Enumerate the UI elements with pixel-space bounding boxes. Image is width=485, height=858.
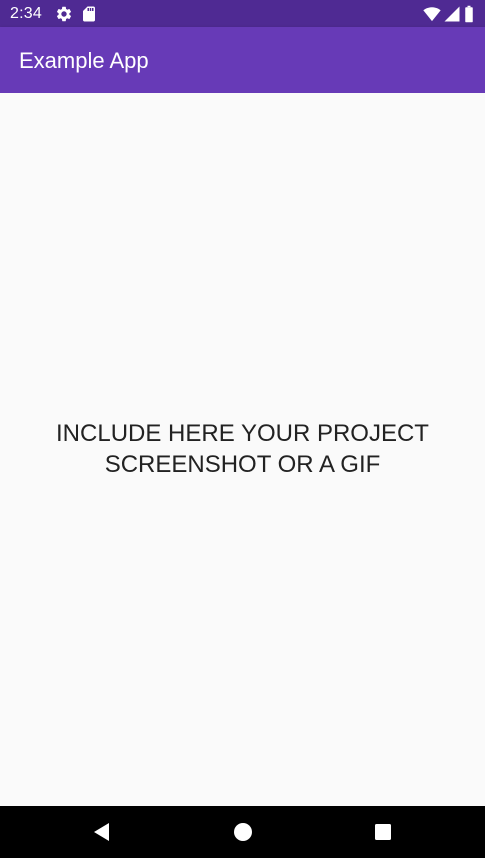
home-icon[interactable] — [231, 820, 255, 844]
battery-icon — [463, 5, 475, 23]
back-icon[interactable] — [90, 820, 114, 844]
sd-card-icon — [80, 5, 98, 23]
navigation-bar — [0, 806, 485, 858]
placeholder-message-line-2: SCREENSHOT OR A GIF — [104, 451, 381, 478]
placeholder-message-line-1: INCLUDE HERE YOUR PROJECT — [56, 420, 429, 447]
app-bar: Example App — [0, 27, 485, 93]
placeholder-message: INCLUDE HERE YOUR PROJECT SCREENSHOT OR … — [0, 418, 485, 480]
wifi-icon — [423, 5, 441, 23]
main-content: INCLUDE HERE YOUR PROJECT SCREENSHOT OR … — [0, 93, 485, 806]
status-time: 2:34 — [10, 5, 42, 22]
app-title: Example App — [19, 48, 149, 73]
recents-icon[interactable] — [371, 820, 395, 844]
gear-icon — [55, 5, 73, 23]
status-bar: 2:34 — [0, 0, 485, 27]
signal-icon — [443, 5, 461, 23]
